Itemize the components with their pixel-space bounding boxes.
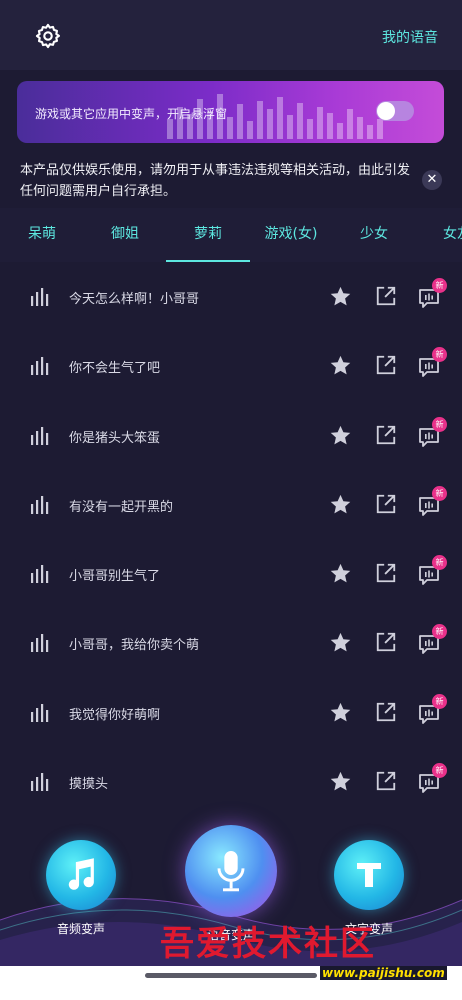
gear-icon[interactable]: [34, 22, 62, 50]
star-icon[interactable]: [329, 701, 352, 724]
star-icon[interactable]: [329, 354, 352, 377]
tab-nvyou[interactable]: 女友: [415, 208, 462, 262]
sound-wave-icon: [31, 634, 49, 653]
list-item[interactable]: 小哥哥别生气了 新: [0, 539, 462, 608]
list-item[interactable]: 小哥哥，我给你卖个萌 新: [0, 608, 462, 677]
banner-text: 游戏或其它应用中变声，开启悬浮窗: [35, 107, 228, 121]
new-badge: 新: [432, 485, 447, 501]
new-badge: 新: [432, 763, 447, 779]
voice-list: 今天怎么样啊！小哥哥 新 你不会生气了吧 新 你是猪头大笨蛋 新 有没有一起开黑…: [0, 262, 462, 816]
list-item[interactable]: 有没有一起开黑的 新: [0, 470, 462, 539]
star-icon[interactable]: [329, 493, 352, 516]
close-icon[interactable]: ✕: [422, 170, 442, 190]
new-badge: 新: [432, 693, 447, 709]
voice-label: 你是猪头大笨蛋: [69, 430, 161, 446]
list-item[interactable]: 摸摸头 新: [0, 747, 462, 816]
voice-change-button[interactable]: 语音变声: [185, 825, 277, 942]
star-icon[interactable]: [329, 562, 352, 585]
star-icon[interactable]: [329, 424, 352, 447]
share-icon[interactable]: [375, 701, 397, 723]
list-item[interactable]: 你不会生气了吧 新: [0, 331, 462, 400]
voice-label: 小哥哥别生气了: [69, 569, 161, 585]
share-icon[interactable]: [375, 770, 397, 792]
tab-luoli[interactable]: 萝莉: [166, 208, 250, 262]
tab-yujie[interactable]: 御姐: [83, 208, 167, 262]
text-circle: [334, 840, 404, 910]
text-voice-change-button[interactable]: 文字变声: [334, 840, 404, 936]
sound-wave-icon: [31, 703, 49, 722]
tab-shaonv[interactable]: 少女: [332, 208, 416, 262]
list-item[interactable]: 你是猪头大笨蛋 新: [0, 401, 462, 470]
new-badge: 新: [432, 624, 447, 640]
disclaimer-notice: 本产品仅供娱乐使用，请勿用于从事违法违规等相关活动，由此引发任何问题需用户自行承…: [20, 163, 411, 199]
voice-label: 你不会生气了吧: [69, 361, 161, 377]
audio-voice-change-label: 音频变声: [56, 922, 105, 936]
sound-wave-icon: [31, 565, 49, 584]
share-icon[interactable]: [375, 285, 397, 307]
new-badge: 新: [432, 347, 447, 363]
floating-window-toggle[interactable]: [376, 101, 414, 121]
top-bar: 我的语音: [0, 0, 462, 70]
music-note-icon: [68, 858, 94, 890]
floating-window-banner[interactable]: 游戏或其它应用中变声，开启悬浮窗: [17, 81, 444, 143]
star-icon[interactable]: [329, 770, 352, 793]
share-icon[interactable]: [375, 354, 397, 376]
microphone-icon: [217, 851, 245, 892]
new-badge: 新: [432, 416, 447, 432]
sound-wave-icon: [31, 495, 49, 514]
star-icon[interactable]: [329, 285, 352, 308]
share-icon[interactable]: [375, 493, 397, 515]
voice-label: 小哥哥，我给你卖个萌: [69, 638, 200, 654]
sound-wave-icon: [31, 773, 49, 792]
audio-voice-change-button[interactable]: 音频变声: [46, 840, 116, 936]
home-indicator[interactable]: [145, 973, 317, 978]
text-t-icon: [357, 863, 381, 887]
watermark-url: www.paijishu.com: [320, 966, 447, 980]
tab-game-female[interactable]: 游戏(女): [249, 208, 333, 262]
audio-circle: [46, 840, 116, 910]
voice-circle: [185, 825, 277, 917]
my-voice-link[interactable]: 我的语音: [382, 27, 438, 47]
sound-wave-icon: [31, 288, 49, 306]
list-item[interactable]: 我觉得你好萌啊 新: [0, 678, 462, 747]
sound-wave-icon: [31, 426, 49, 445]
list-item[interactable]: 今天怎么样啊！小哥哥 新: [0, 262, 462, 331]
category-tabs: 呆萌 御姐 萝莉 游戏(女) 少女 女友: [0, 208, 462, 262]
tab-daimeng[interactable]: 呆萌: [0, 208, 84, 262]
voice-label: 有没有一起开黑的: [69, 499, 174, 515]
new-badge: 新: [432, 555, 447, 571]
share-icon[interactable]: [375, 424, 397, 446]
share-icon[interactable]: [375, 631, 397, 653]
sound-wave-icon: [31, 357, 49, 376]
star-icon[interactable]: [329, 631, 352, 654]
share-icon[interactable]: [375, 562, 397, 584]
voice-label: 今天怎么样啊！小哥哥: [69, 292, 200, 307]
voice-label: 摸摸头: [69, 777, 109, 793]
watermark-logo: 吾爱技术社区: [160, 924, 376, 964]
voice-label: 我觉得你好萌啊: [69, 707, 161, 723]
new-badge: 新: [432, 278, 447, 293]
